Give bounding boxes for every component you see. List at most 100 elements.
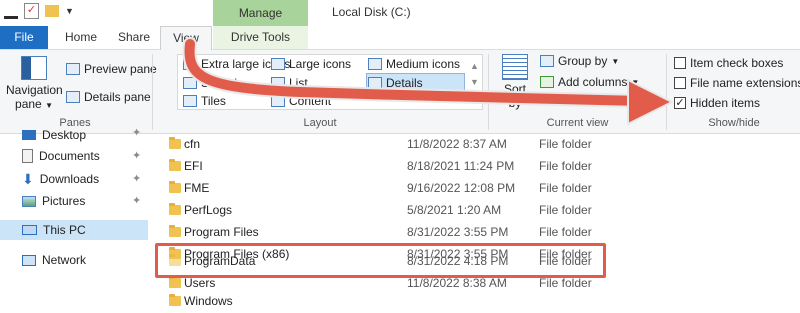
pin-icon[interactable]: ✦ — [132, 126, 141, 139]
details-pane-button[interactable]: Details pane — [66, 90, 151, 104]
nav-item-pictures[interactable]: Pictures — [22, 191, 85, 211]
tab-file[interactable]: File — [0, 26, 48, 49]
file-row[interactable]: EFI 8/18/2021 11:24 PM File folder — [158, 156, 798, 178]
file-type: File folder — [539, 203, 592, 217]
file-type: File folder — [539, 276, 592, 290]
pin-icon[interactable]: ✦ — [132, 149, 141, 162]
sort-by-button[interactable]: Sort by — [498, 54, 532, 110]
details-view-icon — [368, 77, 382, 89]
large-icons-option[interactable]: Large icons — [271, 57, 351, 71]
dropdown-arrow-icon: ▼ — [45, 101, 53, 110]
medium-icons-icon — [368, 58, 382, 70]
navigation-pane-button[interactable]: Navigation pane ▼ — [6, 56, 63, 111]
details-pane-label: Details pane — [84, 90, 151, 104]
checklist-icon[interactable]: ✓ — [24, 3, 39, 19]
file-name-extensions-label: File name extensions — [690, 76, 800, 90]
hidden-items-toggle[interactable]: ✓ Hidden items — [674, 96, 760, 110]
file-row[interactable]: Program Files 8/31/2022 3:55 PM File fol… — [158, 222, 798, 244]
qat-dropdown-icon[interactable]: ▼ — [65, 6, 74, 16]
group-by-button[interactable]: Group by ▼ — [540, 54, 619, 68]
tab-home[interactable]: Home — [58, 26, 104, 49]
file-row[interactable]: FME 9/16/2022 12:08 PM File folder — [158, 178, 798, 200]
new-folder-icon[interactable] — [45, 5, 59, 17]
folder-icon — [169, 203, 181, 215]
pin-icon[interactable]: ✦ — [132, 172, 141, 185]
nav-item-network[interactable]: Network — [22, 250, 86, 270]
file-row[interactable]: cfn 11/8/2022 8:37 AM File folder — [158, 134, 798, 156]
tab-share[interactable]: Share — [114, 26, 154, 49]
medium-icons-option[interactable]: Medium icons — [368, 57, 460, 71]
manage-tab[interactable]: Manage — [213, 0, 308, 26]
nav-item-label: Desktop — [42, 128, 87, 142]
network-icon — [22, 254, 36, 266]
gallery-down-icon[interactable]: ▼ — [470, 74, 479, 90]
properties-icon[interactable] — [4, 4, 18, 19]
nav-item-documents[interactable]: Documents — [22, 146, 100, 166]
navigation-pane-sub-label: pane — [15, 97, 42, 111]
gallery-scroll[interactable]: ▲ ▼ — [470, 58, 479, 90]
file-row[interactable]: Windows — [158, 291, 798, 313]
group-by-icon — [540, 55, 554, 67]
large-icons-icon — [271, 58, 285, 70]
gallery-up-icon[interactable]: ▲ — [470, 58, 479, 74]
desktop-icon — [22, 130, 36, 140]
folder-icon — [169, 276, 181, 288]
nav-item-desktop[interactable]: Desktop — [22, 125, 86, 145]
download-arrow-icon: ⬇ — [22, 171, 34, 187]
nav-item-label: This PC — [43, 223, 86, 237]
file-date: 9/16/2022 12:08 PM — [407, 181, 516, 195]
item-check-boxes-toggle[interactable]: Item check boxes — [674, 56, 783, 70]
item-check-boxes-checkbox[interactable] — [674, 57, 686, 69]
list-option[interactable]: List — [271, 76, 308, 90]
folder-icon — [169, 159, 181, 171]
add-columns-button[interactable]: Add columns ▼ — [540, 75, 639, 89]
file-date: 11/8/2022 8:37 AM — [407, 137, 507, 151]
small-icons-option[interactable]: Small ic — [183, 76, 243, 90]
details-pane-icon — [66, 91, 80, 103]
file-row[interactable]: PerfLogs 5/8/2021 1:20 AM File folder — [158, 200, 798, 222]
documents-icon — [22, 149, 33, 163]
large-icons-label: Large icons — [289, 57, 352, 71]
title-bar: ✓ ▼ Manage Local Disk (C:) — [0, 0, 800, 26]
tiles-option[interactable]: Tiles — [183, 94, 226, 108]
file-name: Windows — [184, 294, 233, 308]
nav-item-downloads[interactable]: ⬇ Downloads — [22, 169, 99, 189]
medium-icons-label: Medium icons — [386, 57, 461, 71]
tab-view[interactable]: View — [160, 26, 212, 51]
file-type: File folder — [539, 137, 592, 151]
content-option[interactable]: Content — [271, 94, 331, 108]
preview-pane-icon — [66, 63, 80, 75]
nav-item-label: Network — [42, 253, 87, 267]
nav-item-this-pc[interactable]: This PC — [22, 220, 86, 240]
small-icons-label: Small ic — [201, 76, 244, 90]
details-option[interactable]: Details — [368, 76, 423, 90]
pin-icon[interactable]: ✦ — [132, 194, 141, 207]
file-name: PerfLogs — [184, 203, 233, 217]
item-check-boxes-label: Item check boxes — [690, 56, 784, 70]
dropdown-arrow-icon: ▼ — [611, 56, 620, 66]
list-view-icon — [271, 77, 285, 89]
list-label: List — [289, 76, 308, 90]
folder-icon — [169, 294, 181, 306]
computer-icon — [22, 225, 37, 235]
group-divider — [666, 54, 667, 130]
tiles-icon — [183, 95, 197, 107]
sort-label: Sort — [503, 82, 526, 96]
folder-icon — [169, 225, 181, 237]
file-type: File folder — [539, 159, 592, 173]
file-type: File folder — [539, 225, 592, 239]
file-name-extensions-toggle[interactable]: File name extensions — [674, 76, 800, 90]
content-label: Content — [289, 94, 332, 108]
ribbon: Navigation pane ▼ Preview pane Details p… — [0, 50, 800, 134]
navigation-pane: Desktop ✦ Documents ✦ ⬇ Downloads ✦ Pict… — [0, 127, 150, 299]
folder-icon — [169, 137, 181, 149]
quick-access-toolbar: ✓ ▼ — [4, 3, 74, 19]
group-by-label: Group by — [558, 54, 608, 68]
hidden-items-checkbox[interactable]: ✓ — [674, 97, 686, 109]
tab-drive-tools[interactable]: Drive Tools — [213, 26, 308, 49]
pictures-icon — [22, 195, 36, 207]
details-label: Details — [386, 76, 423, 90]
preview-pane-button[interactable]: Preview pane — [66, 62, 157, 76]
file-name-extensions-checkbox[interactable] — [674, 77, 686, 89]
file-date: 8/18/2021 11:24 PM — [407, 159, 515, 173]
